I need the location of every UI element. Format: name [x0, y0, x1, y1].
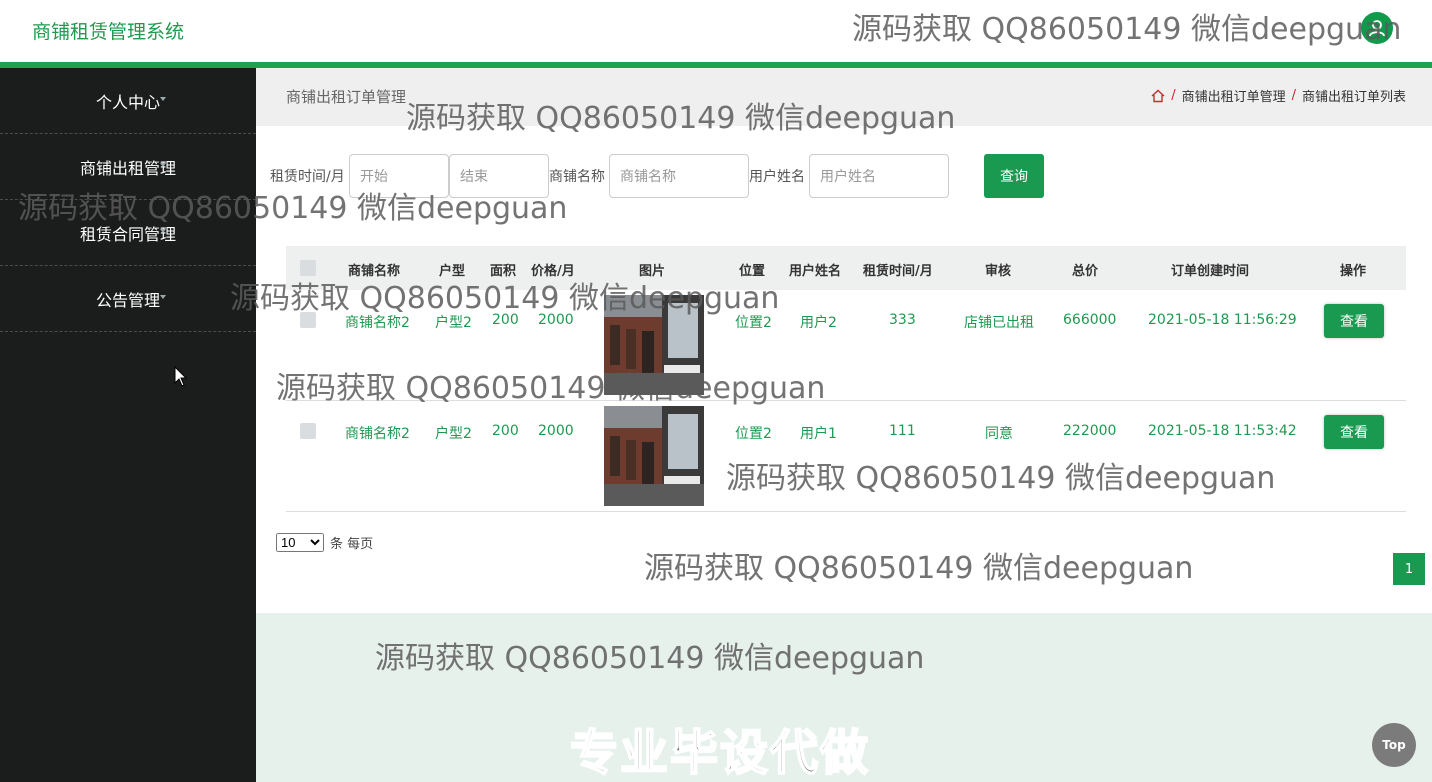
cell-price: 2000 [538, 423, 574, 439]
column-header: 户型 [439, 264, 466, 279]
page-title: 商铺出租订单管理 [286, 88, 407, 106]
table-row: 商铺名称2 户型2 200 2000 [286, 401, 1406, 512]
view-button[interactable]: 查看 [1324, 304, 1384, 338]
cell-rent-months: 111 [889, 423, 916, 439]
app-title: 商铺租赁管理系统 [32, 21, 185, 43]
cell-unit-type: 户型2 [435, 426, 472, 442]
user-avatar-icon[interactable] [1361, 12, 1393, 44]
query-button[interactable]: 查询 [984, 154, 1044, 198]
sidebar-item-label: 公告管理 [95, 290, 160, 310]
page-size-label: 条 每页 [330, 537, 374, 552]
caret-down-icon [160, 295, 166, 299]
caret-down-icon [160, 97, 166, 101]
cell-rent-months: 333 [889, 312, 916, 328]
column-header: 面积 [490, 264, 517, 279]
column-header: 审核 [985, 264, 1012, 279]
cell-shop-name: 商铺名称2 [345, 315, 410, 331]
breadcrumb: / 商铺出租订单管理 / 商铺出租订单列表 [1151, 86, 1406, 105]
page-size-control: 10 条 每页 [276, 533, 373, 552]
sidebar-item-label: 个人中心 [95, 92, 160, 112]
column-header: 租赁时间/月 [863, 264, 933, 279]
cell-location: 位置2 [735, 315, 772, 331]
row-checkbox[interactable] [300, 312, 316, 328]
footer-banner: 专业毕设代做 Top [256, 613, 1432, 782]
column-header: 用户姓名 [789, 264, 842, 279]
view-button[interactable]: 查看 [1324, 415, 1384, 449]
column-header: 图片 [639, 264, 666, 279]
page-button-current[interactable]: 1 [1393, 553, 1425, 585]
cell-review-status: 店铺已出租 [964, 315, 1034, 331]
sidebar-item-lease-contract[interactable]: 租赁合同管理 [0, 200, 256, 266]
rent-time-label: 租赁时间/月 [270, 169, 345, 185]
table-row: 商铺名称2 户型2 200 2000 [286, 290, 1406, 401]
back-to-top-button[interactable]: Top [1372, 723, 1416, 767]
cell-location: 位置2 [735, 426, 772, 442]
column-header: 操作 [1340, 264, 1367, 279]
shop-photo [604, 295, 704, 395]
page-header: 商铺出租订单管理 / 商铺出租订单管理 / 商铺出租订单列表 [256, 68, 1432, 126]
breadcrumb-separator: / [1171, 88, 1176, 103]
sidebar: 个人中心 商铺出租管理 租赁合同管理 公告管理 [0, 68, 256, 782]
caret-down-icon [160, 163, 166, 167]
sidebar-item-announcements[interactable]: 公告管理 [0, 266, 256, 332]
cell-review-status: 同意 [985, 426, 1013, 442]
rent-time-end-input[interactable]: 结束 [449, 154, 549, 198]
column-header: 位置 [739, 264, 766, 279]
cell-total-price: 222000 [1063, 423, 1117, 439]
column-header: 订单创建时间 [1171, 264, 1250, 279]
cell-total-price: 666000 [1063, 312, 1117, 328]
caret-down-icon [160, 229, 166, 233]
select-all-checkbox[interactable] [300, 260, 316, 276]
cell-user-name: 用户1 [800, 426, 837, 442]
shop-name-label: 商铺名称 [549, 169, 605, 185]
shop-name-input[interactable]: 商铺名称 [609, 154, 749, 198]
breadcrumb-separator: / [1291, 88, 1296, 103]
shop-photo [604, 406, 704, 506]
user-name-input[interactable]: 用户姓名 [809, 154, 949, 198]
search-form: 租赁时间/月 开始 结束 商铺名称 商铺名称 用户姓名 用户姓名 查询 [270, 154, 1070, 198]
column-header: 总价 [1072, 264, 1099, 279]
cell-price: 2000 [538, 312, 574, 328]
rent-time-start-input[interactable]: 开始 [349, 154, 449, 198]
user-name-label: 用户姓名 [749, 169, 805, 185]
cell-created-time: 2021-05-18 11:56:29 [1148, 312, 1297, 328]
cell-unit-type: 户型2 [435, 315, 472, 331]
main-content: 商铺出租订单管理 / 商铺出租订单管理 / 商铺出租订单列表 租赁时间/月 开始… [256, 68, 1432, 782]
table-header: 商铺名称 户型 面积 价格/月 图片 位置 用户姓名 租赁时间/月 审核 总价 … [286, 246, 1406, 290]
page-size-select[interactable]: 10 [276, 533, 324, 552]
cell-area: 200 [492, 312, 519, 328]
sidebar-item-shop-rental[interactable]: 商铺出租管理 [0, 134, 256, 200]
promo-text: 专业毕设代做 [569, 724, 871, 782]
home-icon[interactable] [1151, 89, 1165, 103]
breadcrumb-item[interactable]: 商铺出租订单管理 [1182, 86, 1286, 105]
cell-created-time: 2021-05-18 11:53:42 [1148, 423, 1297, 439]
cell-user-name: 用户2 [800, 315, 837, 331]
cell-area: 200 [492, 423, 519, 439]
sidebar-item-personal-center[interactable]: 个人中心 [0, 68, 256, 134]
mouse-cursor-icon [174, 366, 188, 387]
column-header: 商铺名称 [348, 264, 401, 279]
cell-shop-name: 商铺名称2 [345, 426, 410, 442]
app-root: 商铺租赁管理系统 个人中心 商铺出租管理 租赁合同管理 公告管理 商铺出租订单管… [0, 0, 1432, 782]
column-header: 价格/月 [531, 264, 575, 279]
breadcrumb-item: 商铺出租订单列表 [1301, 90, 1406, 105]
top-header: 商铺租赁管理系统 [0, 0, 1432, 62]
orders-table: 商铺名称 户型 面积 价格/月 图片 位置 用户姓名 租赁时间/月 审核 总价 … [286, 246, 1406, 512]
row-checkbox[interactable] [300, 423, 316, 439]
